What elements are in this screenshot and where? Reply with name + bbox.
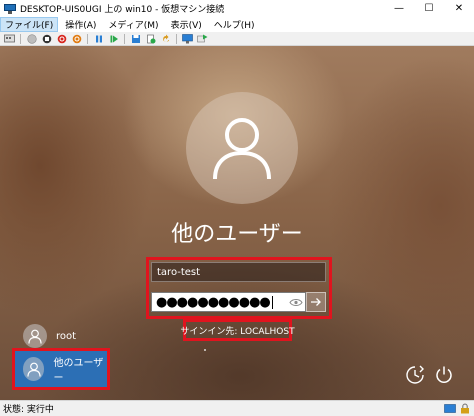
title-bar: DESKTOP-UIS0UGI 上の win10 - 仮想マシン接続 — ☐ ✕ (0, 0, 474, 17)
toolbar-separator (124, 33, 125, 44)
sign-in-to-label: サインイン先: LOCALHOST (180, 326, 295, 337)
vm-screen[interactable]: 他のユーザー taro-test ●●●●●●●●●●● サインイン先: LOC… (0, 46, 474, 400)
menu-bar: ファイル(F) 操作(A) メディア(M) 表示(V) ヘルプ(H) (0, 17, 474, 32)
user-tile-other-user[interactable]: 他のユーザー (15, 351, 107, 387)
user-icon (213, 118, 271, 180)
toolbar-separator (20, 33, 21, 44)
window-title: DESKTOP-UIS0UGI 上の win10 - 仮想マシン接続 (20, 5, 225, 15)
text-caret (271, 295, 273, 309)
user-avatar-small (23, 324, 47, 348)
shut-down-icon[interactable] (56, 33, 67, 44)
submit-button[interactable] (306, 292, 326, 312)
progress-dot (204, 349, 206, 351)
menu-file[interactable]: ファイル(F) (0, 17, 59, 32)
ctrl-alt-del-icon[interactable] (4, 33, 15, 44)
user-icon (28, 329, 42, 344)
share-icon[interactable] (197, 33, 208, 44)
user-avatar-small (23, 357, 45, 381)
status-bar: 状態: 実行中 (0, 400, 474, 416)
start-icon[interactable] (26, 33, 37, 44)
lock-icon (459, 403, 471, 414)
selected-user-name: 他のユーザー (171, 222, 303, 247)
user-avatar-large (186, 92, 298, 204)
user-tile-label: 他のユーザー (53, 358, 104, 384)
resume-icon[interactable] (108, 33, 119, 44)
username-input[interactable]: taro-test (151, 262, 326, 282)
enhanced-session-icon[interactable] (182, 33, 193, 44)
revert-icon[interactable] (160, 33, 171, 44)
maximize-button[interactable]: ☐ (414, 0, 444, 17)
turn-off-icon[interactable] (41, 33, 52, 44)
arrow-right-icon (311, 298, 321, 306)
power-icon[interactable] (433, 364, 455, 386)
toolbar (0, 32, 474, 46)
menu-media[interactable]: メディア(M) (103, 17, 163, 32)
save-icon[interactable] (130, 33, 141, 44)
keyboard-icon (444, 403, 456, 414)
user-tile-label: root (56, 330, 77, 342)
menu-help[interactable]: ヘルプ(H) (209, 17, 260, 32)
reset-icon[interactable] (71, 33, 82, 44)
status-text: 状態: 実行中 (3, 405, 54, 415)
password-mask: ●●●●●●●●●●● (156, 294, 271, 310)
checkpoint-icon[interactable] (145, 33, 156, 44)
toolbar-separator (176, 33, 177, 44)
user-icon (27, 362, 41, 377)
vm-connection-icon (4, 3, 16, 14)
reveal-password-icon[interactable] (289, 296, 303, 308)
password-input[interactable]: ●●●●●●●●●●● (151, 292, 306, 312)
minimize-button[interactable]: — (384, 0, 414, 17)
ease-of-access-icon[interactable] (404, 364, 426, 386)
menu-action[interactable]: 操作(A) (60, 17, 101, 32)
menu-view[interactable]: 表示(V) (166, 17, 207, 32)
close-button[interactable]: ✕ (444, 0, 474, 17)
pause-icon[interactable] (93, 33, 104, 44)
toolbar-separator (87, 33, 88, 44)
